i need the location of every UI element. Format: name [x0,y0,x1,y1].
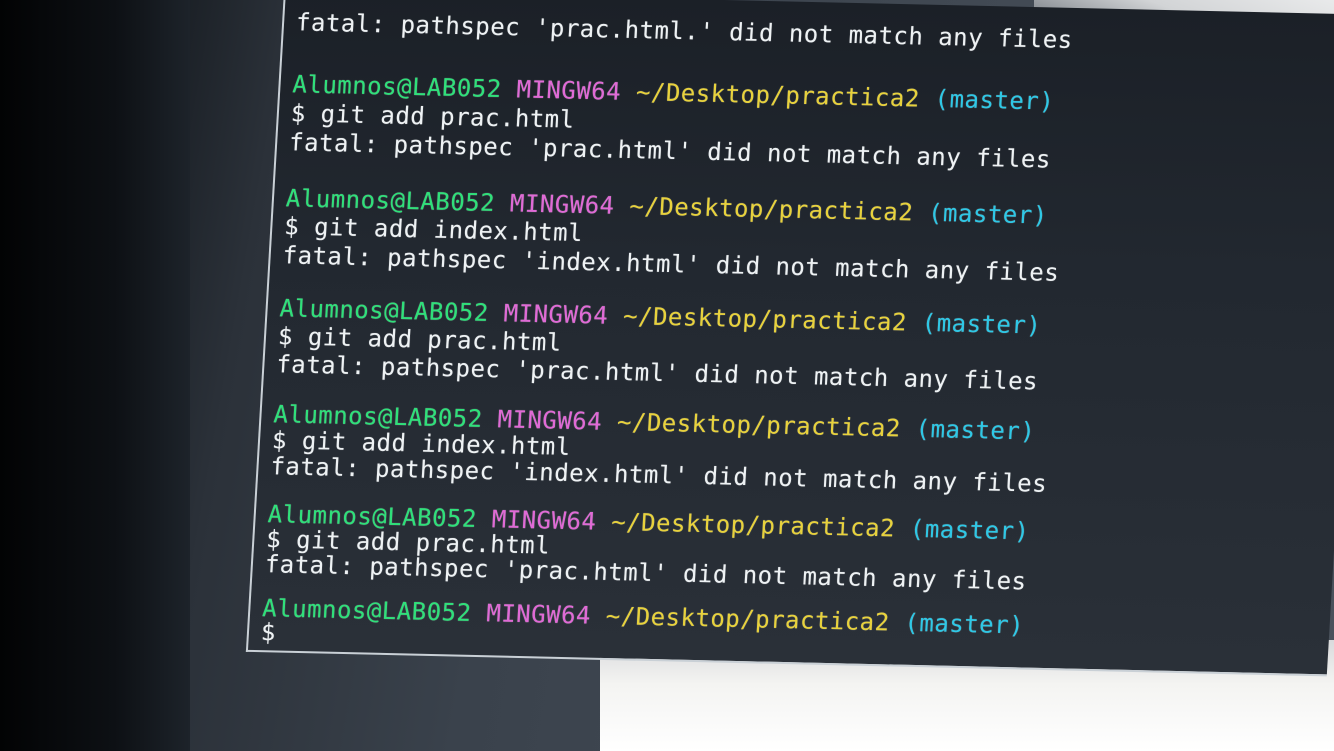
prompt-line: Alumnos@LAB052 MINGW64 ~/Desktop/practic… [262,594,1025,639]
output-line: fatal: pathspec 'prac.html' did not matc… [275,350,1039,396]
output-line: fatal: pathspec 'index.html' did not mat… [269,452,1048,498]
prompt-branch: (master) [933,84,1056,116]
prompt-path: ~/Desktop/practica2 [635,78,921,113]
prompt-path: ~/Desktop/practica2 [610,507,896,543]
prompt-path: ~/Desktop/practica2 [605,601,891,637]
prompt-path: ~/Desktop/practica2 [622,302,908,337]
prompt-branch: (master) [903,608,1025,640]
prompt-host: MINGW64 [515,75,622,106]
prompt-user: Alumnos@LAB052 [261,594,473,627]
prompt-branch: (master) [914,414,1037,446]
prompt-user: Alumnos@LAB052 [291,70,503,104]
output-line: fatal: pathspec 'index.html' did not mat… [281,241,1061,287]
terminal-window[interactable]: fatal: pathspec 'prac.html.' did not mat… [245,0,1334,677]
prompt-branch: (master) [909,514,1031,546]
prompt-host: MINGW64 [502,299,610,330]
prompt-branch: (master) [927,198,1049,230]
prompt-path: ~/Desktop/practica2 [628,192,915,227]
prompt-path: ~/Desktop/practica2 [616,408,902,443]
output-line: fatal: pathspec 'prac.html' did not matc… [264,550,1028,596]
monitor-bezel [0,0,190,751]
input-prompt[interactable]: $ [260,618,277,646]
prompt-host: MINGW64 [509,189,616,220]
output-line: fatal: pathspec 'prac.html.' did not mat… [295,8,1074,54]
prompt-host: MINGW64 [485,599,592,630]
output-line: fatal: pathspec 'prac.html' did not matc… [288,128,1052,174]
prompt-branch: (master) [921,308,1043,340]
